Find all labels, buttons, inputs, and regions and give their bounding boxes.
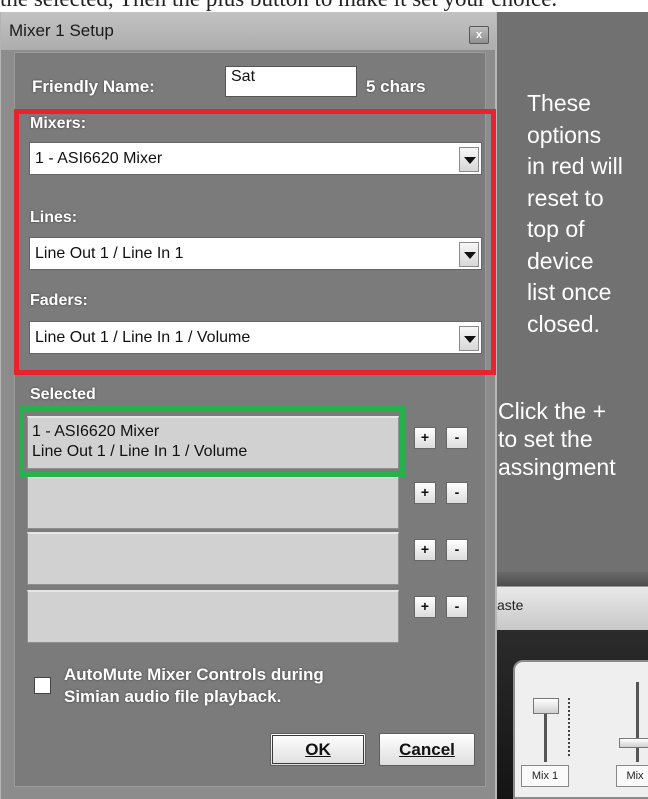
automute-label-line1: AutoMute Mixer Controls during xyxy=(64,665,324,684)
note-line: to set the xyxy=(498,426,593,452)
add-slot-1-button[interactable]: + xyxy=(414,427,436,449)
cancel-button[interactable]: Cancel xyxy=(379,733,475,766)
mix1-fader-knob[interactable] xyxy=(533,698,559,714)
cropped-instruction-text: the selected, Then the plus button to ma… xyxy=(0,0,648,12)
paste-menu-item[interactable]: aste xyxy=(497,597,523,613)
close-icon: x xyxy=(475,29,483,41)
cropped-text-line: the selected, Then the plus button to ma… xyxy=(0,0,557,12)
note-line: top of xyxy=(527,216,585,242)
friendly-name-input[interactable]: Sat xyxy=(225,66,357,97)
app-toolbar-shadow xyxy=(493,572,648,586)
dialog-titlebar[interactable]: Mixer 1 Setup x xyxy=(1,12,496,50)
green-annotation-note: Click the + to set the assingment xyxy=(498,397,648,481)
add-slot-2-button[interactable]: + xyxy=(414,482,436,504)
selected-label: Selected xyxy=(30,386,96,403)
mix2-label[interactable]: Mix xyxy=(616,765,648,787)
automute-label-line2: Simian audio file playback. xyxy=(64,687,282,706)
friendly-name-label: Friendly Name: xyxy=(32,77,155,96)
note-line: options xyxy=(527,121,602,148)
automute-checkbox[interactable] xyxy=(34,677,51,694)
note-line: list once xyxy=(527,279,612,305)
mixer-panel: Mix 1 Mix xyxy=(513,660,648,799)
close-button[interactable]: x xyxy=(469,26,489,44)
mix1-label[interactable]: Mix 1 xyxy=(521,765,569,787)
note-line: These xyxy=(527,90,591,116)
ok-button[interactable]: OK xyxy=(270,733,366,766)
selected-slot-3[interactable] xyxy=(27,532,399,585)
app-toolbar: aste xyxy=(493,586,648,630)
remove-slot-4-button[interactable]: - xyxy=(446,596,468,618)
note-line: in red will xyxy=(527,153,623,179)
selected-slot-2[interactable] xyxy=(27,476,399,529)
char-count-label: 5 chars xyxy=(366,77,426,96)
dialog-title: Mixer 1 Setup xyxy=(9,21,114,40)
add-slot-4-button[interactable]: + xyxy=(414,596,436,618)
cancel-label: Cancel xyxy=(399,740,455,759)
note-line: reset to xyxy=(527,184,604,211)
red-annotation-note: These options in red will reset to top o… xyxy=(527,88,648,340)
remove-slot-2-button[interactable]: - xyxy=(446,482,468,504)
ok-label: OK xyxy=(305,740,331,759)
note-line: device xyxy=(527,247,594,274)
remove-slot-3-button[interactable]: - xyxy=(446,539,468,561)
fader-track xyxy=(636,682,639,762)
mix2-fader-knob[interactable] xyxy=(619,738,648,748)
note-line: assingment xyxy=(498,454,616,480)
red-highlight-box xyxy=(14,109,496,375)
note-line: Click the + xyxy=(498,398,607,424)
remove-slot-1-button[interactable]: - xyxy=(446,427,468,449)
green-highlight-box xyxy=(19,406,405,477)
level-meter xyxy=(568,698,570,756)
note-line: closed. xyxy=(527,310,600,337)
selected-slot-4[interactable] xyxy=(27,590,399,643)
add-slot-3-button[interactable]: + xyxy=(414,539,436,561)
